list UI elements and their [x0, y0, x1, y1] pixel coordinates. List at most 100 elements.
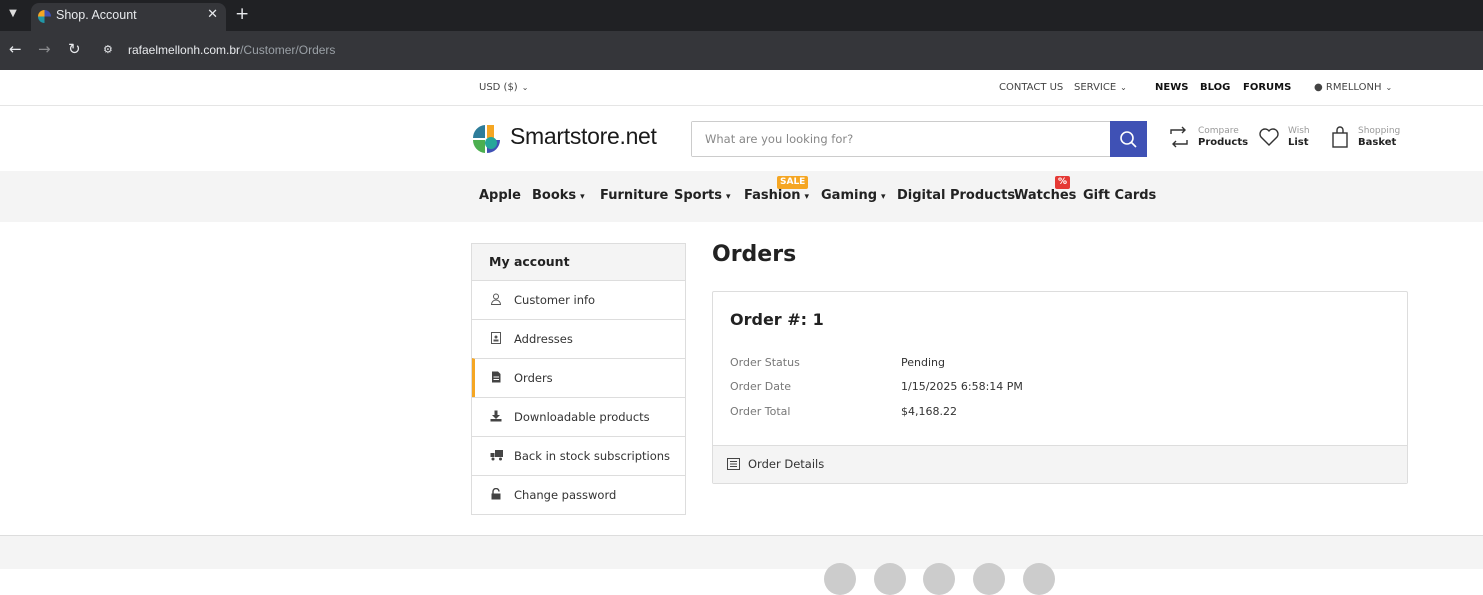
social-icon[interactable] [923, 563, 955, 595]
url-host: rafaelmellonh.com.br [128, 43, 241, 57]
wish-small-label: Wish [1288, 126, 1310, 136]
chevron-down-icon: ▾ [725, 192, 731, 202]
blog-link[interactable]: BLOG [1200, 82, 1230, 93]
order-number: Order #: 1 [730, 310, 824, 329]
site-header: Smartstore.net Compare Products Wish [0, 106, 1483, 171]
tab-search-icon[interactable]: ▼ [4, 5, 22, 23]
sidebar-item-customer-info[interactable]: Customer info [472, 280, 685, 319]
sidebar-title: My account [472, 244, 685, 280]
address-book-icon [491, 332, 501, 344]
sale-badge: SALE [777, 176, 809, 189]
currency-label: USD ($) [479, 82, 518, 93]
sidebar-item-change-password[interactable]: Change password [472, 475, 685, 514]
user-icon [490, 293, 502, 305]
search-icon [1120, 131, 1137, 148]
sidebar-item-addresses[interactable]: Addresses [472, 319, 685, 358]
sidebar-item-label: Downloadable products [514, 410, 650, 424]
social-icon[interactable] [973, 563, 1005, 595]
chevron-down-icon: ⌄ [1385, 83, 1393, 92]
user-label: RMELLONH [1325, 82, 1382, 93]
menu-item-watches[interactable]: Watches [1014, 188, 1076, 203]
sidebar-item-back-in-stock[interactable]: Back in stock subscriptions [472, 436, 685, 475]
reload-icon[interactable]: ↻ [68, 40, 81, 58]
social-icon[interactable] [1023, 563, 1055, 595]
browser-tab-bar: ▼ Shop. Account ✕ + [0, 0, 1483, 31]
chevron-down-icon: ▾ [881, 192, 886, 202]
news-link[interactable]: NEWS [1155, 82, 1188, 93]
order-date-label: Order Date [730, 380, 792, 393]
list-icon [727, 458, 740, 470]
menu-item-fashion[interactable]: Fashion ▾ [744, 188, 809, 203]
sidebar-item-label: Customer info [514, 293, 596, 307]
search-button[interactable] [1110, 121, 1147, 157]
menu-item-apple[interactable]: Apple [479, 188, 521, 203]
service-menu[interactable]: SERVICE ⌄ [1074, 82, 1127, 93]
tab-title: Shop. Account [56, 8, 137, 22]
sidebar-item-label: Change password [514, 488, 617, 502]
new-tab-icon[interactable]: + [235, 4, 249, 24]
footer [0, 536, 1483, 595]
social-icon[interactable] [824, 563, 856, 595]
search-box [691, 121, 1147, 157]
currency-selector[interactable]: USD ($) ⌄ [479, 82, 528, 93]
order-status-value: Pending [901, 356, 945, 369]
forward-icon[interactable]: → [38, 40, 51, 58]
forums-link[interactable]: FORUMS [1243, 82, 1291, 93]
user-circle-icon: ● [1314, 82, 1323, 93]
compare-small-label: Compare [1198, 126, 1239, 136]
menu-item-books[interactable]: Books ▾ [532, 188, 585, 203]
menu-item-digital-products[interactable]: Digital Products [897, 188, 1015, 203]
site-info-icon[interactable]: ⚙ [103, 43, 119, 59]
address-bar: ← → ↻ ⚙ rafaelmellonh.com.br/Customer/Or… [0, 31, 1483, 70]
chevron-down-icon: ▾ [804, 192, 810, 202]
menu-item-gift-cards[interactable]: Gift Cards [1083, 188, 1156, 203]
back-icon[interactable]: ← [9, 40, 22, 58]
document-icon [492, 371, 501, 383]
search-input[interactable] [692, 122, 1111, 156]
close-icon[interactable]: ✕ [207, 7, 218, 22]
order-total-value: $4,168.22 [901, 405, 957, 418]
url-path: /Customer/Orders [240, 43, 336, 57]
menu-label: Fashion [744, 188, 801, 203]
service-label: SERVICE [1074, 82, 1117, 93]
account-sidebar: My account Customer info Addresses Order… [471, 243, 686, 515]
menu-item-furniture[interactable]: Furniture [600, 188, 668, 203]
truck-icon [490, 450, 503, 461]
logo-icon[interactable] [471, 123, 503, 155]
menu-item-gaming[interactable]: Gaming ▾ [821, 188, 886, 203]
page-title: Orders [712, 242, 797, 267]
sidebar-item-label: Back in stock subscriptions [514, 449, 671, 463]
order-status-label: Order Status [730, 356, 800, 369]
basket-small-label: Shopping [1358, 126, 1401, 136]
download-icon [490, 410, 502, 422]
sidebar-item-downloadable-products[interactable]: Downloadable products [472, 397, 685, 436]
browser-tab[interactable]: Shop. Account ✕ [31, 3, 226, 31]
order-details-label: Order Details [748, 457, 825, 471]
sidebar-item-label: Addresses [514, 332, 573, 346]
menu-item-sports[interactable]: Sports ▾ [674, 188, 731, 203]
main-menu: Apple Books ▾ Furniture Sports ▾ Fashion ▾ … [0, 171, 1483, 222]
menu-label: Sports [674, 188, 722, 203]
sidebar-item-orders[interactable]: Orders [472, 358, 685, 397]
logo-text[interactable]: Smartstore.net [510, 123, 657, 150]
order-card: Order #: 1 Order Status Pending Order Da… [712, 291, 1408, 484]
chevron-down-icon: ⌄ [1120, 83, 1127, 92]
sidebar-item-label: Orders [514, 371, 553, 385]
social-icon[interactable] [874, 563, 906, 595]
top-bar: USD ($) ⌄ CONTACT US SERVICE ⌄ NEWS BLOG F… [0, 70, 1483, 106]
basket-big-label: Basket [1358, 137, 1397, 148]
lock-icon [491, 488, 501, 500]
url-field[interactable]: rafaelmellonh.com.br/Customer/Orders [128, 43, 335, 57]
order-details-button[interactable]: Order Details [713, 445, 1407, 483]
heart-icon [1259, 128, 1279, 146]
compare-big-label: Products [1198, 137, 1249, 148]
compare-icon [1170, 126, 1188, 148]
percent-badge: % [1055, 176, 1071, 189]
favicon-icon [38, 10, 51, 23]
user-menu[interactable]: ● RMELLONH ⌄ [1314, 82, 1392, 93]
wish-big-label: List [1288, 137, 1309, 148]
menu-label: Gaming [821, 188, 878, 203]
contact-us-link[interactable]: CONTACT US [999, 82, 1063, 93]
chevron-down-icon: ▾ [580, 192, 585, 202]
page: USD ($) ⌄ CONTACT US SERVICE ⌄ NEWS BLOG F… [0, 70, 1483, 595]
